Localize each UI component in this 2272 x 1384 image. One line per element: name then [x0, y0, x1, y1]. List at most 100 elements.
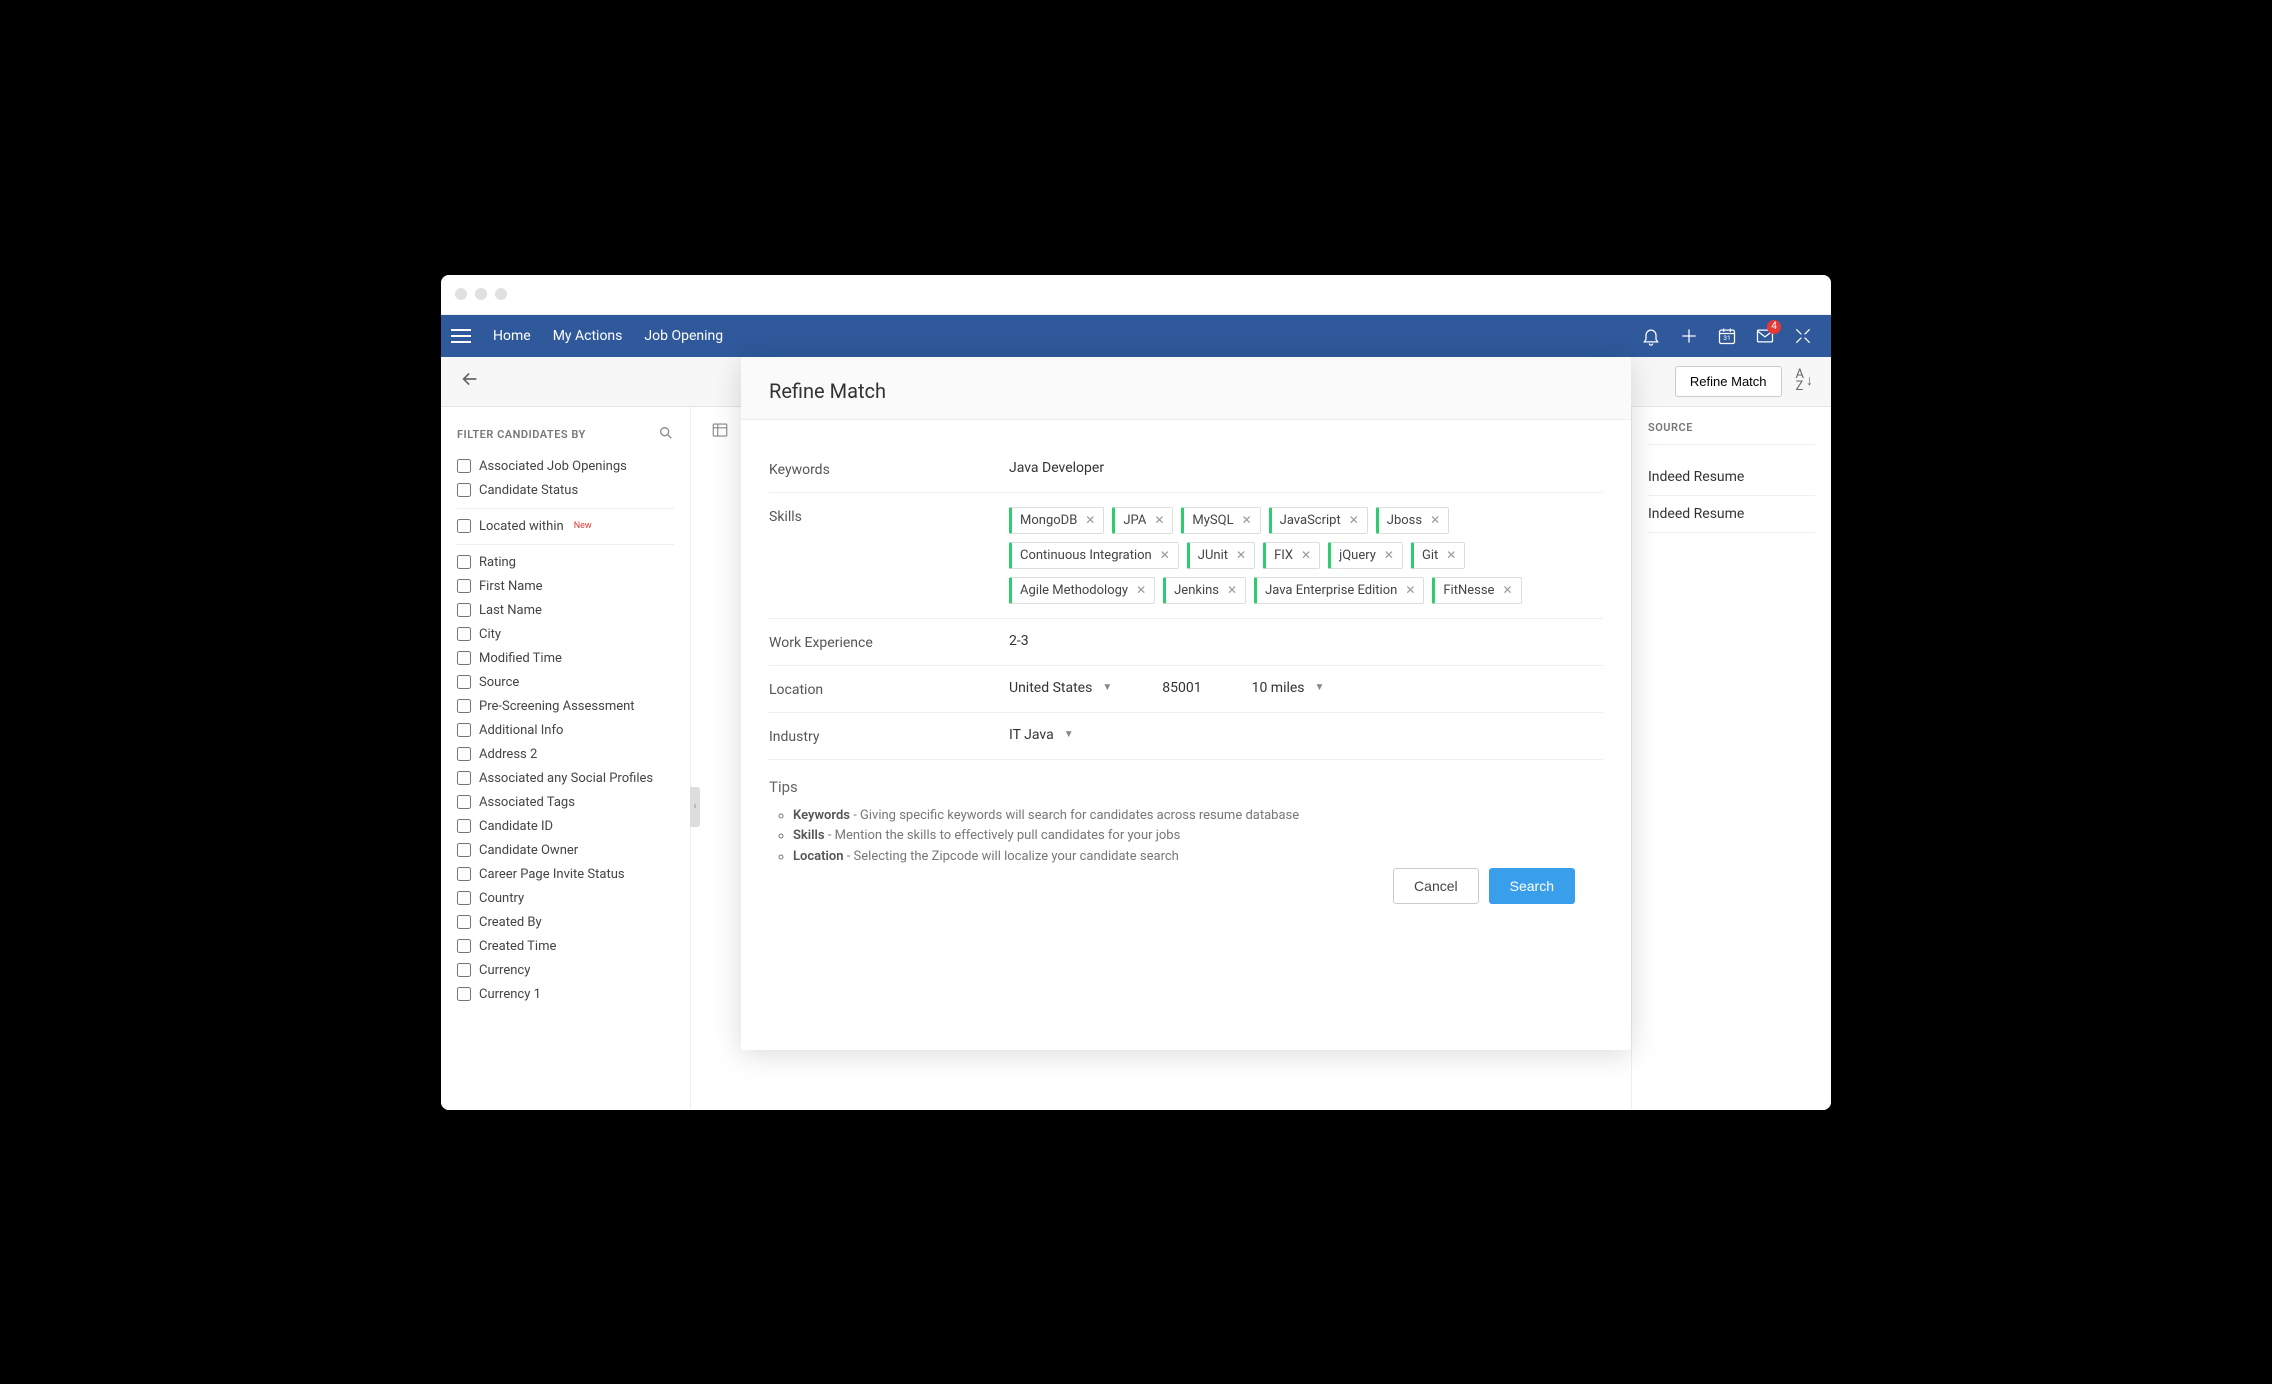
skill-tag[interactable]: Agile Methodology✕ — [1009, 577, 1155, 604]
filter-item[interactable]: Modified Time — [457, 651, 674, 666]
search-button[interactable]: Search — [1489, 868, 1575, 904]
filter-checkbox[interactable] — [457, 939, 471, 953]
filter-checkbox[interactable] — [457, 891, 471, 905]
filter-checkbox[interactable] — [457, 579, 471, 593]
remove-skill-icon[interactable]: ✕ — [1405, 583, 1415, 597]
window-max-dot[interactable] — [495, 288, 507, 300]
remove-skill-icon[interactable]: ✕ — [1236, 548, 1246, 562]
tools-icon[interactable] — [1793, 326, 1813, 346]
filter-checkbox[interactable] — [457, 771, 471, 785]
bell-icon[interactable] — [1641, 326, 1661, 346]
panel-collapse-handle[interactable]: ‹ — [690, 787, 700, 827]
filter-checkbox[interactable] — [457, 747, 471, 761]
remove-skill-icon[interactable]: ✕ — [1301, 548, 1311, 562]
filter-checkbox[interactable] — [457, 987, 471, 1001]
filter-item[interactable]: Rating — [457, 555, 674, 570]
source-item[interactable]: Indeed Resume — [1648, 459, 1815, 496]
filter-item[interactable]: First Name — [457, 579, 674, 594]
filter-checkbox[interactable] — [457, 627, 471, 641]
remove-skill-icon[interactable]: ✕ — [1160, 548, 1170, 562]
work-experience-value[interactable]: 2-3 — [1009, 633, 1603, 649]
filter-item[interactable]: Pre-Screening Assessment — [457, 699, 674, 714]
location-radius-select[interactable]: 10 miles ▼ — [1252, 680, 1325, 696]
filter-item[interactable]: Associated Tags — [457, 795, 674, 810]
filter-checkbox[interactable] — [457, 723, 471, 737]
remove-skill-icon[interactable]: ✕ — [1349, 513, 1359, 527]
filter-item[interactable]: Career Page Invite Status — [457, 867, 674, 882]
filter-checkbox[interactable] — [457, 603, 471, 617]
industry-select[interactable]: IT Java ▼ — [1009, 727, 1603, 743]
filter-checkbox[interactable] — [457, 519, 471, 533]
skill-tag[interactable]: Jenkins✕ — [1163, 577, 1246, 604]
skill-tag[interactable]: Jboss✕ — [1376, 507, 1449, 534]
filter-item[interactable]: Associated any Social Profiles — [457, 771, 674, 786]
back-arrow-icon[interactable] — [459, 368, 481, 394]
skills-wrap[interactable]: MongoDB✕ JPA✕ MySQL✕ JavaScript✕ Jboss✕ Conti… — [1009, 507, 1603, 604]
filter-checkbox[interactable] — [457, 843, 471, 857]
remove-skill-icon[interactable]: ✕ — [1242, 513, 1252, 527]
skill-tag[interactable]: MongoDB✕ — [1009, 507, 1104, 534]
filter-checkbox[interactable] — [457, 867, 471, 881]
filter-checkbox[interactable] — [457, 699, 471, 713]
filter-checkbox[interactable] — [457, 915, 471, 929]
search-icon[interactable] — [658, 425, 674, 445]
hamburger-icon[interactable] — [451, 329, 471, 343]
skill-tag[interactable]: JavaScript✕ — [1269, 507, 1368, 534]
remove-skill-icon[interactable]: ✕ — [1384, 548, 1394, 562]
filter-checkbox[interactable] — [457, 819, 471, 833]
refine-match-button[interactable]: Refine Match — [1675, 366, 1782, 397]
calendar-icon[interactable]: 31 — [1717, 326, 1737, 346]
remove-skill-icon[interactable]: ✕ — [1136, 583, 1146, 597]
filter-item[interactable]: Currency — [457, 963, 674, 978]
nav-my-actions[interactable]: My Actions — [553, 328, 623, 344]
filter-item[interactable]: Associated Job Openings — [457, 459, 674, 474]
mail-icon[interactable]: 4 — [1755, 326, 1775, 346]
skill-tag[interactable]: Git✕ — [1411, 542, 1465, 569]
filter-item[interactable]: Created By — [457, 915, 674, 930]
filter-checkbox[interactable] — [457, 555, 471, 569]
remove-skill-icon[interactable]: ✕ — [1154, 513, 1164, 527]
source-item[interactable]: Indeed Resume — [1648, 496, 1815, 533]
nav-home[interactable]: Home — [493, 328, 531, 344]
filter-checkbox[interactable] — [457, 795, 471, 809]
skill-tag[interactable]: Java Enterprise Edition✕ — [1254, 577, 1424, 604]
remove-skill-icon[interactable]: ✕ — [1446, 548, 1456, 562]
window-close-dot[interactable] — [455, 288, 467, 300]
plus-icon[interactable] — [1679, 326, 1699, 346]
filter-checkbox[interactable] — [457, 483, 471, 497]
location-zip-input[interactable]: 85001 — [1162, 680, 1201, 696]
sort-az-icon[interactable]: AZ ↓ — [1796, 369, 1813, 392]
remove-skill-icon[interactable]: ✕ — [1085, 513, 1095, 527]
filter-item[interactable]: Last Name — [457, 603, 674, 618]
filter-checkbox[interactable] — [457, 459, 471, 473]
skill-tag[interactable]: MySQL✕ — [1181, 507, 1260, 534]
skill-tag[interactable]: FIX✕ — [1263, 542, 1320, 569]
filter-item[interactable]: Candidate Owner — [457, 843, 674, 858]
filter-item[interactable]: City — [457, 627, 674, 642]
filter-item[interactable]: Country — [457, 891, 674, 906]
filter-item[interactable]: Address 2 — [457, 747, 674, 762]
skill-tag[interactable]: JPA✕ — [1112, 507, 1173, 534]
filter-located-within[interactable]: Located within New — [457, 519, 674, 534]
remove-skill-icon[interactable]: ✕ — [1430, 513, 1440, 527]
keywords-value[interactable]: Java Developer — [1009, 460, 1603, 476]
window-min-dot[interactable] — [475, 288, 487, 300]
skill-tag[interactable]: jQuery✕ — [1328, 542, 1403, 569]
remove-skill-icon[interactable]: ✕ — [1227, 583, 1237, 597]
skill-tag[interactable]: JUnit✕ — [1187, 542, 1255, 569]
filter-item[interactable]: Currency 1 — [457, 987, 674, 1002]
filter-checkbox[interactable] — [457, 675, 471, 689]
filter-checkbox[interactable] — [457, 963, 471, 977]
skill-tag[interactable]: Continuous Integration✕ — [1009, 542, 1179, 569]
filter-item[interactable]: Additional Info — [457, 723, 674, 738]
skill-tag[interactable]: FitNesse✕ — [1432, 577, 1521, 604]
filter-checkbox[interactable] — [457, 651, 471, 665]
filter-item[interactable]: Candidate ID — [457, 819, 674, 834]
filter-item[interactable]: Candidate Status — [457, 483, 674, 498]
cancel-button[interactable]: Cancel — [1393, 868, 1479, 904]
location-country-select[interactable]: United States ▼ — [1009, 680, 1112, 696]
filter-item[interactable]: Created Time — [457, 939, 674, 954]
remove-skill-icon[interactable]: ✕ — [1502, 583, 1512, 597]
nav-job-opening[interactable]: Job Opening — [644, 328, 723, 344]
filter-item[interactable]: Source — [457, 675, 674, 690]
